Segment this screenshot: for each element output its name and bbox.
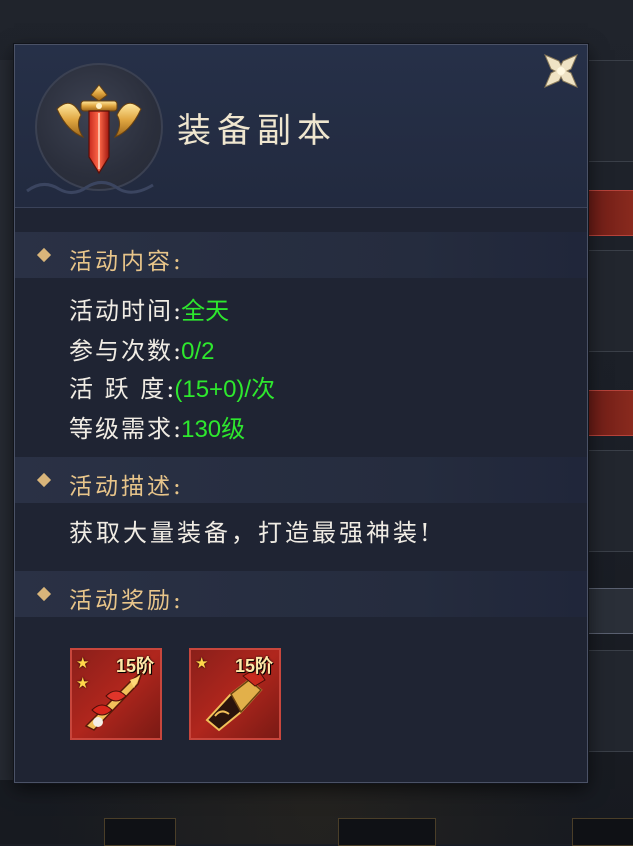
section-description-label: 活动描述:: [69, 474, 184, 500]
decorative-swirl-icon: [26, 181, 154, 194]
row-sep: :: [173, 337, 182, 365]
background-panel-right: [586, 650, 633, 752]
background-slot: [572, 818, 633, 846]
star-icon: ★: [195, 654, 209, 672]
row-participation-count: 参与次数:0/2: [69, 331, 214, 366]
diamond-bullet-icon: [36, 472, 52, 488]
row-sep: :: [173, 297, 182, 325]
row-sep: :: [173, 415, 182, 443]
star-icon: ★: [76, 674, 90, 692]
close-icon[interactable]: [541, 51, 581, 91]
background-panel-right: [586, 60, 633, 162]
row-level-requirement: 等级需求:130级: [69, 409, 245, 444]
background-tab-right: [586, 588, 633, 634]
row-value: 130级: [181, 416, 246, 443]
popup-header: 装备副本: [15, 45, 587, 208]
row-value: 0/2: [181, 338, 215, 365]
background-panel-left: [0, 60, 15, 780]
row-key: 参与次数: [69, 337, 173, 365]
section-rewards-label: 活动奖励:: [69, 588, 184, 614]
background-panel-right: [586, 250, 633, 352]
diamond-bullet-icon: [36, 247, 52, 263]
reward-item-gold-gauntlet[interactable]: ★ 15阶: [189, 648, 281, 740]
activity-info-popup: 装备副本 活动内容: 活动时间:全天 参与次数:0/2 活 跃 度:(15+0)…: [14, 44, 588, 783]
reward-tier-label: 15阶: [234, 656, 273, 676]
background-slot: [338, 818, 436, 846]
row-value: 全天: [181, 297, 230, 325]
row-key: 等级需求: [69, 415, 173, 443]
equipment-dungeon-emblem-icon: [35, 63, 163, 191]
star-icon: ★: [76, 654, 90, 672]
section-rewards-header: 活动奖励:: [15, 571, 587, 617]
reward-item-red-sword[interactable]: ★ ★ 15阶: [70, 648, 162, 740]
background-tab-right: [586, 390, 633, 436]
background-slot: [104, 818, 176, 846]
row-key: 活 跃 度: [69, 375, 167, 403]
section-content-header: 活动内容:: [15, 232, 587, 278]
row-value: (15+0)/次: [174, 376, 276, 403]
section-description-header: 活动描述:: [15, 457, 587, 503]
background-tab-right: [586, 190, 633, 236]
section-content-label: 活动内容:: [69, 249, 184, 275]
activity-description-text: 获取大量装备，打造最强神装!: [69, 519, 433, 547]
row-activity-time: 活动时间:全天: [69, 291, 229, 326]
reward-tier-label: 15阶: [115, 656, 154, 676]
background-panel-right: [586, 450, 633, 552]
popup-title: 装备副本: [177, 111, 337, 151]
diamond-bullet-icon: [36, 586, 52, 602]
row-key: 活动时间: [69, 297, 173, 325]
row-activity-points: 活 跃 度:(15+0)/次: [69, 369, 275, 404]
